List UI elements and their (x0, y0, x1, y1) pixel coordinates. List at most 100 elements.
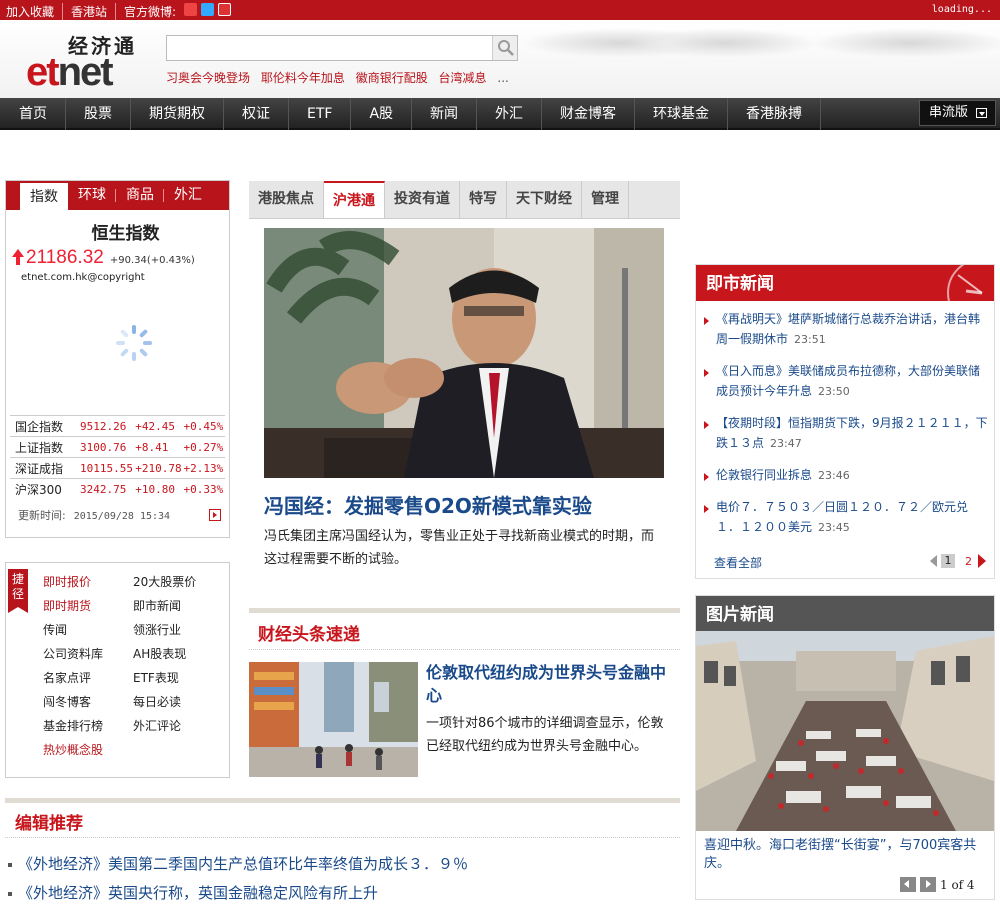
prev-arrow-icon[interactable] (900, 877, 916, 892)
nav-forex[interactable]: 外汇 (477, 98, 543, 130)
nav-blog[interactable]: 财金博客 (542, 98, 636, 130)
tab-hk-focus[interactable]: 港股焦点 (249, 181, 324, 218)
copyright-text: etnet.com.hk@copyright (21, 272, 145, 283)
nav-stocks[interactable]: 股票 (66, 98, 131, 130)
more-arrow-icon[interactable] (209, 509, 221, 521)
tab-global[interactable]: 环球 (68, 181, 116, 210)
editor-picks-list: 《外地经济》美国第二季国内生产总值环比年率终值为成长３．９％ 《外地经济》英国央… (8, 850, 468, 908)
divider (249, 608, 680, 613)
shortcut-link[interactable]: 基金排行榜 (43, 717, 133, 735)
shortcut-link[interactable]: 闯冬博客 (43, 693, 133, 711)
live-news-header: 即市新闻 (696, 265, 994, 301)
dropdown-icon (976, 108, 987, 118)
photo-news-caption[interactable]: 喜迎中秋。海口老街摆“长街宴”，与700宾客共庆。 (704, 837, 989, 873)
sina-weibo-icon[interactable] (183, 3, 197, 16)
shortcut-link[interactable]: 公司资料库 (43, 645, 133, 663)
index-widget: 指数 环球 商品 外汇 恒生指数 21186.32 +90.34(+0.43%)… (5, 180, 230, 538)
shortcut-link[interactable]: 热炒概念股 (43, 741, 133, 759)
shortcut-link[interactable]: AH股表现 (133, 645, 223, 663)
nav-home[interactable]: 首页 (0, 98, 66, 130)
shortcut-link[interactable]: 每日必读 (133, 693, 223, 711)
list-item[interactable]: 《外地经济》英国央行称，英国金融稳定风险有所上升 (8, 879, 468, 908)
tab-world-finance[interactable]: 天下财经 (507, 181, 582, 218)
table-row[interactable]: 国企指数 9512.26 +42.45 +0.45% (10, 415, 225, 437)
index-tabs: 指数 环球 商品 外汇 (6, 181, 229, 210)
table-row[interactable]: 沪深300 3242.75 +10.80 +0.33% (10, 478, 225, 500)
list-item[interactable]: 《外地经济》美国第二季国内生产总值环比年率终值为成长３．９％ (8, 850, 468, 879)
hsi-value: 21186.32 (26, 247, 104, 268)
weibo-share-icon[interactable] (217, 3, 231, 16)
finance-summary: 一项针对86个城市的详细调查显示，伦敦已经取代纽约成为世界头号金融中心。 (426, 716, 664, 754)
photo-news-box: 图片新闻 喜迎中秋。海口老街摆“长街宴”，与700宾客共庆。 1 of 4 (695, 595, 995, 900)
news-item[interactable]: 伦敦银行同业拆息 23:46 (704, 465, 989, 486)
nav-hk-pulse[interactable]: 香港脉搏 (728, 98, 822, 130)
tab-investing[interactable]: 投资有道 (385, 181, 460, 218)
news-item[interactable]: 《再战明天》堪萨斯城储行总裁乔治讲话，港台韩周一假期休市 23:51 (704, 309, 989, 350)
news-item[interactable]: 【夜期时段】恒指期货下跌，9月报２１２１１，下跌１３点 23:47 (704, 413, 989, 454)
feature-headline[interactable]: 冯国经：发掘零售O2O新模式靠实验 (264, 490, 592, 519)
shortcut-link[interactable]: 名家点评 (43, 669, 133, 687)
nav-etf[interactable]: ETF (289, 98, 352, 130)
bookmark-link[interactable]: 加入收藏 (4, 3, 64, 20)
next-arrow-icon[interactable] (920, 877, 936, 892)
nav-a-shares[interactable]: A股 (351, 98, 413, 130)
live-news-box: 即市新闻 《再战明天》堪萨斯城储行总裁乔治讲话，港台韩周一假期休市 23:51 《… (695, 264, 995, 579)
feature-photo[interactable] (264, 228, 664, 478)
view-all-link[interactable]: 查看全部 (714, 554, 762, 571)
divider (249, 649, 680, 650)
nav-warrants[interactable]: 权证 (224, 98, 289, 130)
tab-index[interactable]: 指数 (20, 181, 68, 210)
nav-news[interactable]: 新闻 (412, 98, 478, 130)
editor-picks-title: 编辑推荐 (15, 814, 83, 834)
hot-link[interactable]: 徽商银行配股 (356, 71, 428, 85)
search-button[interactable] (492, 36, 517, 60)
tab-forex[interactable]: 外汇 (164, 181, 212, 210)
page-2[interactable]: 2 (965, 555, 972, 568)
tencent-weibo-icon[interactable] (200, 3, 214, 16)
photo-pager: 1 of 4 (900, 877, 975, 892)
photo-news-image[interactable] (696, 631, 994, 831)
hk-site-link[interactable]: 香港站 (63, 3, 117, 20)
shortcut-link[interactable]: 外汇评论 (133, 717, 223, 735)
tab-management[interactable]: 管理 (582, 181, 629, 218)
up-arrow-icon (12, 249, 24, 265)
header-decoration (630, 28, 820, 58)
shortcut-link[interactable]: 即时期货 (43, 597, 133, 615)
news-item[interactable]: 《日入而息》美联储成员布拉德称，大部份美联储成员预计今年升息 23:50 (704, 361, 989, 402)
finance-section-title: 财经头条速递 (258, 625, 360, 645)
shortcut-link[interactable]: 传闻 (43, 621, 133, 639)
tab-shanghai-hk[interactable]: 沪港通 (324, 181, 385, 218)
shortcut-link[interactable]: 即市新闻 (133, 597, 223, 615)
prev-arrow-icon[interactable] (930, 555, 937, 567)
nav-futures[interactable]: 期货期权 (131, 98, 224, 130)
weibo-label: 官方微博: (116, 3, 235, 20)
hot-more[interactable]: ... (497, 71, 508, 85)
tab-feature[interactable]: 特写 (460, 181, 507, 218)
etnet-logo[interactable]: 经济通 etnet (26, 30, 141, 92)
search-box (166, 35, 518, 61)
tab-commodity[interactable]: 商品 (116, 181, 164, 210)
search-icon (498, 40, 514, 56)
header-decoration (810, 28, 1000, 58)
feature-summary: 冯氏集团主席冯国经认为，零售业正处于寻找新商业模式的时期，而这过程需要不断的试验… (264, 529, 655, 567)
hot-link[interactable]: 耶伦料今年加息 (261, 71, 345, 85)
next-arrow-icon[interactable] (978, 554, 986, 568)
hot-link[interactable]: 台湾减息 (439, 71, 487, 85)
finance-headline[interactable]: 伦敦取代纽约成为世界头号金融中心 (426, 661, 671, 707)
table-row[interactable]: 上证指数 3100.76 +8.41 +0.27% (10, 436, 225, 458)
shortcut-link[interactable]: 领涨行业 (133, 621, 223, 639)
nav-funds[interactable]: 环球基金 (635, 98, 729, 130)
stream-version-dropdown[interactable]: 串流版 (919, 100, 996, 126)
news-item[interactable]: 电价７．７５０３／日圆１２０．７２／欧元兑１．１２００美元 23:45 (704, 497, 989, 538)
shortcut-link[interactable]: 20大股票价 (133, 573, 223, 591)
hot-topics: 习奥会今晚登场 耶伦料今年加息 徽商银行配股 台湾减息 ... (166, 69, 516, 86)
search-input[interactable] (167, 36, 493, 60)
page-1[interactable]: 1 (941, 554, 955, 568)
finance-photo[interactable] (249, 662, 418, 777)
index-table: 国企指数 9512.26 +42.45 +0.45% 上证指数 3100.76 +8.41… (10, 415, 225, 500)
shortcut-link[interactable]: ETF表现 (133, 669, 223, 687)
hot-link[interactable]: 习奥会今晚登场 (166, 71, 250, 85)
shortcut-link[interactable]: 即时报价 (43, 573, 133, 591)
table-row[interactable]: 深证成指 10115.55 +210.78 +2.13% (10, 457, 225, 479)
hsi-change: +90.34(+0.43%) (109, 255, 195, 266)
